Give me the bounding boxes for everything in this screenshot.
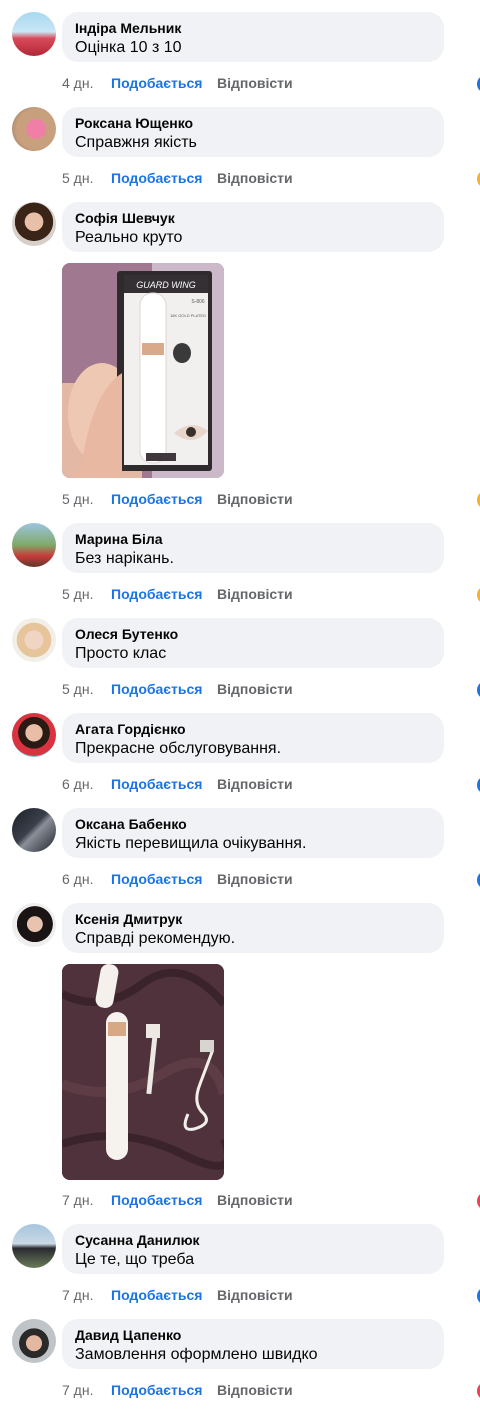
comment-author[interactable]: Марина Біла	[75, 531, 163, 547]
comment-time[interactable]: 7 дн.	[62, 1285, 93, 1305]
reply-link[interactable]: Відповісти	[217, 584, 293, 604]
avatar[interactable]	[12, 618, 56, 662]
comment-time[interactable]: 7 дн.	[62, 1190, 93, 1210]
comment-actions: 7 дн. Подобається Відповісти 3	[62, 1285, 480, 1307]
comment-actions: 4 дн. Подобається Відповісти 2	[62, 73, 480, 95]
comment-actions: 5 дн. Подобається Відповісти 10	[62, 489, 480, 511]
thumbs-up-icon	[475, 869, 480, 891]
avatar[interactable]	[12, 523, 56, 567]
reply-link[interactable]: Відповісти	[217, 1380, 293, 1400]
comment-author[interactable]: Давид Цапенко	[75, 1327, 181, 1343]
comment-author[interactable]: Агата Гордієнко	[75, 721, 186, 737]
product-unboxed-image	[62, 964, 224, 1180]
avatar[interactable]	[12, 107, 56, 151]
care-hug-icon	[475, 584, 480, 606]
comment-text: Замовлення оформлено швидко	[75, 1346, 318, 1363]
comment-bubble: Роксана Ющенко Справжня якість	[62, 107, 444, 157]
heart-icon	[475, 1190, 480, 1212]
comment-bubble: Давид Цапенко Замовлення оформлено швидк…	[62, 1319, 444, 1369]
reply-link[interactable]: Відповісти	[217, 679, 293, 699]
comment-author[interactable]: Олеся Бутенко	[75, 626, 178, 642]
like-link[interactable]: Подобається	[111, 168, 202, 188]
comment-time[interactable]: 5 дн.	[62, 168, 93, 188]
comment-actions: 6 дн. Подобається Відповісти 10	[62, 869, 480, 891]
heart-icon	[475, 1380, 480, 1402]
comment-time[interactable]: 5 дн.	[62, 679, 93, 699]
comment-author[interactable]: Індіра Мельник	[75, 20, 181, 36]
avatar[interactable]	[12, 713, 56, 757]
comment-text: Просто клас	[75, 645, 167, 662]
reply-link[interactable]: Відповісти	[217, 774, 293, 794]
avatar[interactable]	[12, 202, 56, 246]
avatar[interactable]	[12, 903, 56, 947]
comment-actions: 7 дн. Подобається Відповісти 8	[62, 1380, 480, 1402]
comment-text: Прекрасне обслуговування.	[75, 740, 282, 757]
like-link[interactable]: Подобається	[111, 679, 202, 699]
comment-actions: 5 дн. Подобається Відповісти 7	[62, 679, 480, 701]
comment-bubble: Софія Шевчук Реально круто	[62, 202, 444, 252]
like-link[interactable]: Подобається	[111, 73, 202, 93]
reply-link[interactable]: Відповісти	[217, 1190, 293, 1210]
reply-link[interactable]: Відповісти	[217, 489, 293, 509]
like-link[interactable]: Подобається	[111, 774, 202, 794]
comment-bubble: Індіра Мельник Оцінка 10 з 10	[62, 12, 444, 62]
avatar[interactable]	[12, 1224, 56, 1268]
care-hug-icon	[475, 489, 480, 511]
comment-bubble: Олеся Бутенко Просто клас	[62, 618, 444, 668]
comment-bubble: Марина Біла Без нарікань.	[62, 523, 444, 573]
comment-time[interactable]: 7 дн.	[62, 1380, 93, 1400]
comment-text: Справжня якість	[75, 134, 197, 151]
avatar[interactable]	[12, 1319, 56, 1363]
comment-time[interactable]: 4 дн.	[62, 73, 93, 93]
product-caption: 18K GOLD PLATED	[170, 313, 206, 318]
like-link[interactable]: Подобається	[111, 1380, 202, 1400]
comment-time[interactable]: 5 дн.	[62, 489, 93, 509]
like-link[interactable]: Подобається	[111, 584, 202, 604]
product-brand: GUARD WING	[136, 280, 196, 290]
product-model: S-806	[191, 299, 205, 305]
avatar[interactable]	[12, 12, 56, 56]
like-link[interactable]: Подобається	[111, 1285, 202, 1305]
comment-time[interactable]: 5 дн.	[62, 584, 93, 604]
comment-bubble: Ксенія Дмитрук Справді рекомендую.	[62, 903, 444, 953]
comment-time[interactable]: 6 дн.	[62, 774, 93, 794]
comment-time[interactable]: 6 дн.	[62, 869, 93, 889]
avatar[interactable]	[12, 808, 56, 852]
comment-author[interactable]: Оксана Бабенко	[75, 816, 187, 832]
comment-bubble: Сусанна Данилюк Це те, що треба	[62, 1224, 444, 1274]
like-link[interactable]: Подобається	[111, 489, 202, 509]
comment-text: Справді рекомендую.	[75, 930, 236, 947]
comment-text: Реально круто	[75, 229, 183, 246]
comment-bubble: Агата Гордієнко Прекрасне обслуговування…	[62, 713, 444, 763]
comment-photo[interactable]: GUARD WING S-806 18K GOLD PLATED	[62, 263, 224, 478]
comment-text: Це те, що треба	[75, 1251, 195, 1268]
thumbs-up-icon	[475, 73, 480, 95]
comment-text: Без нарікань.	[75, 550, 174, 567]
comment-text: Оцінка 10 з 10	[75, 39, 182, 56]
comment-author[interactable]: Сусанна Данилюк	[75, 1232, 200, 1248]
comment-text: Якість перевищила очікування.	[75, 835, 307, 852]
reply-link[interactable]: Відповісти	[217, 869, 293, 889]
comment-actions: 5 дн. Подобається Відповісти 4	[62, 168, 480, 190]
reply-link[interactable]: Відповісти	[217, 73, 293, 93]
thumbs-up-icon	[475, 1285, 480, 1307]
comment-actions: 5 дн. Подобається Відповісти 6	[62, 584, 480, 606]
comment-author[interactable]: Роксана Ющенко	[75, 115, 193, 131]
comment-actions: 7 дн. Подобається Відповісти 7	[62, 1190, 480, 1212]
comment-bubble: Оксана Бабенко Якість перевищила очікува…	[62, 808, 444, 858]
thumbs-up-icon	[475, 679, 480, 701]
comment-author[interactable]: Софія Шевчук	[75, 210, 175, 226]
reply-link[interactable]: Відповісти	[217, 168, 293, 188]
comment-author[interactable]: Ксенія Дмитрук	[75, 911, 182, 927]
product-box-image: GUARD WING S-806 18K GOLD PLATED	[62, 263, 224, 478]
reply-link[interactable]: Відповісти	[217, 1285, 293, 1305]
comment-photo[interactable]	[62, 964, 224, 1180]
like-link[interactable]: Подобається	[111, 869, 202, 889]
care-hug-icon	[475, 168, 480, 190]
thumbs-up-icon	[475, 774, 480, 796]
comment-actions: 6 дн. Подобається Відповісти 3	[62, 774, 480, 796]
like-link[interactable]: Подобається	[111, 1190, 202, 1210]
